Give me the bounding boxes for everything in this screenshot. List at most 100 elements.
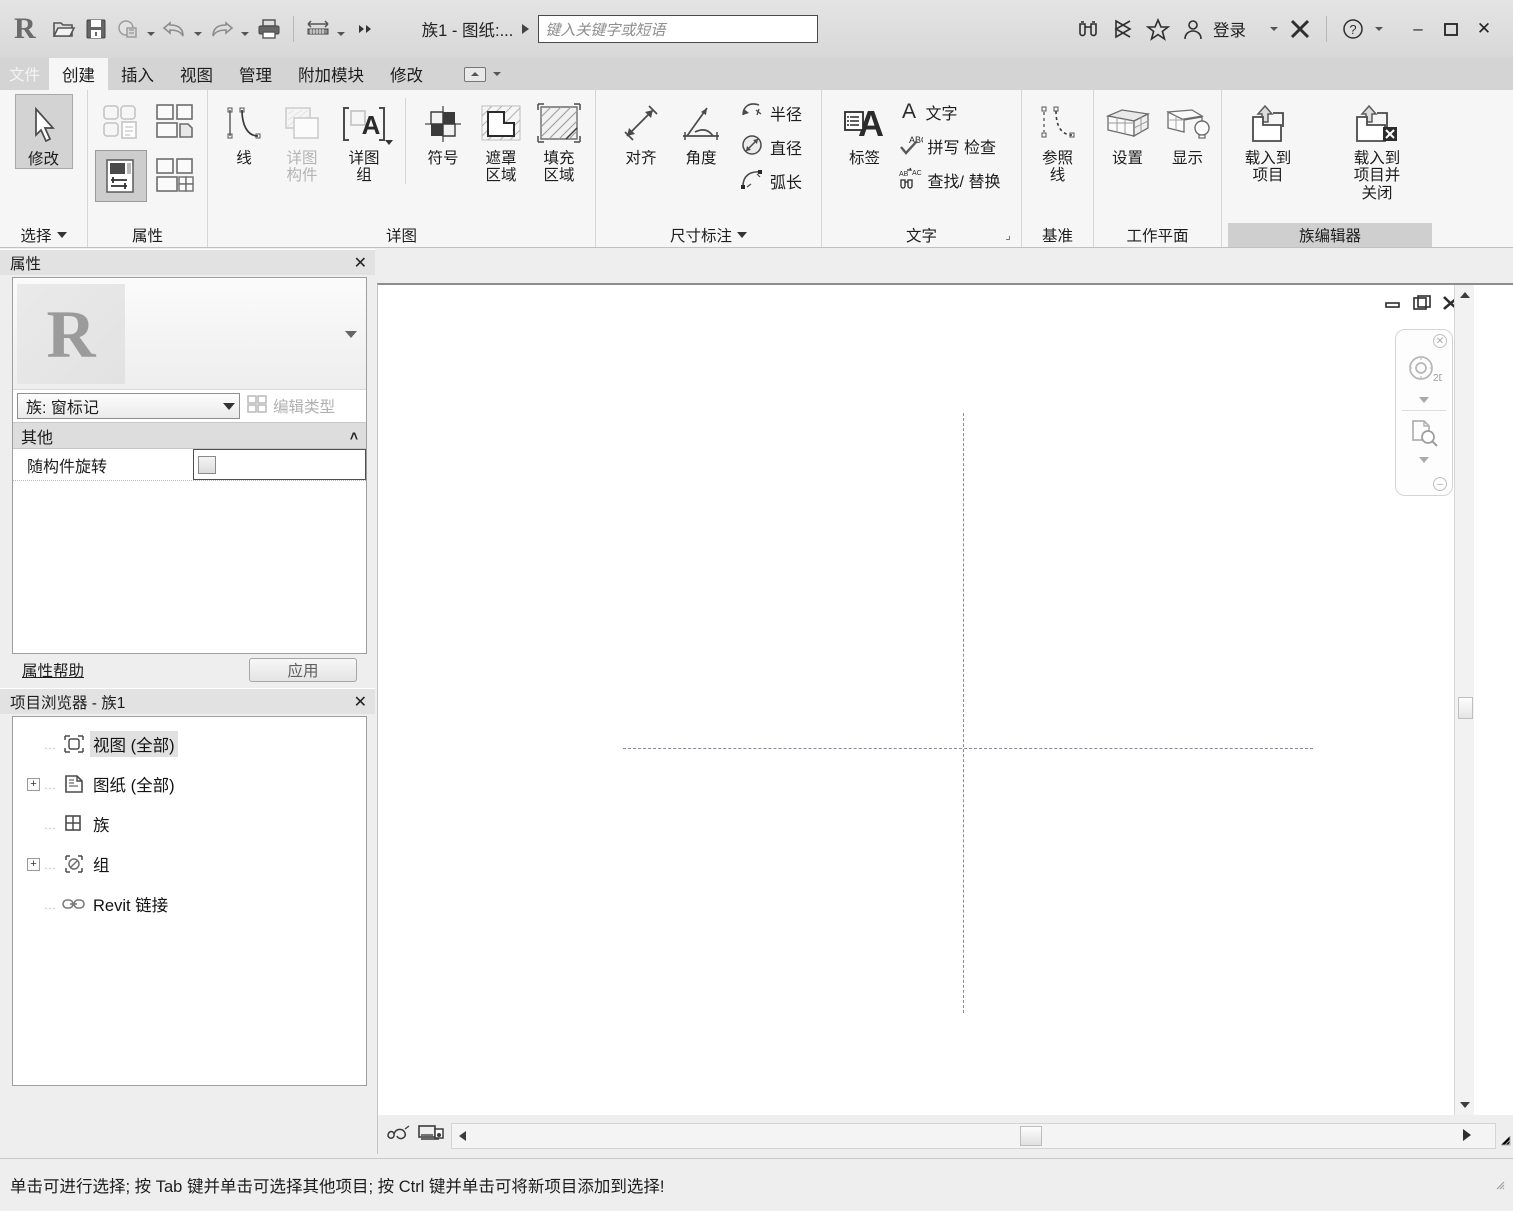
resize-grip-icon[interactable]	[1498, 1123, 1513, 1149]
view-restore-icon[interactable]	[1413, 295, 1431, 316]
text-dialog-launcher-icon[interactable]: ⌟	[1005, 228, 1013, 242]
print-icon[interactable]	[254, 14, 284, 44]
arc-length-dimension-button[interactable]: 弧长	[736, 164, 805, 198]
sync-icon[interactable]	[113, 14, 143, 44]
line-button[interactable]: 线	[215, 94, 273, 167]
set-work-plane-button[interactable]: 设置	[1099, 94, 1157, 167]
load-into-project-button[interactable]: 载入到 项目	[1224, 94, 1312, 185]
canvas-vertical-scrollbar[interactable]	[1454, 285, 1474, 1115]
navbar-zoom-dropdown-icon[interactable]	[1396, 453, 1452, 467]
panel-label-dimension[interactable]: 尺寸标注	[602, 223, 815, 247]
redo-dropdown-caret-icon[interactable]	[239, 15, 252, 43]
modify-button[interactable]: 修改	[14, 94, 73, 170]
scroll-right-arrow-icon[interactable]	[1463, 1128, 1471, 1141]
project-browser-close-icon[interactable]: ✕	[354, 692, 367, 712]
tape-worm-icon[interactable]	[385, 1123, 411, 1148]
apply-button[interactable]: 应用	[249, 658, 357, 682]
navbar-close-icon[interactable]: ✕	[1433, 334, 1447, 348]
type-selector-dropdown-icon[interactable]	[345, 330, 357, 338]
tab-addins[interactable]: 附加模块	[285, 58, 377, 90]
symbol-button[interactable]: 符号	[414, 94, 472, 167]
scroll-left-arrow-icon[interactable]	[452, 1124, 472, 1148]
tree-item-sheets[interactable]: + … 图纸 (全部)	[13, 764, 366, 804]
tab-view[interactable]: 视图	[167, 58, 226, 90]
label-button[interactable]: A 标签	[840, 94, 890, 167]
help-dropdown-caret-icon[interactable]	[1372, 14, 1386, 44]
tab-create[interactable]: 创建	[49, 58, 109, 90]
ribbon-state-caret-icon[interactable]	[490, 59, 504, 89]
family-types-button[interactable]	[149, 96, 201, 148]
dimension-panel-dropdown-icon[interactable]	[737, 232, 747, 238]
masking-region-button[interactable]: 遮罩 区域	[472, 94, 530, 185]
search-input[interactable]: 键入关键字或短语	[538, 15, 819, 43]
undo-icon[interactable]	[160, 14, 190, 44]
sheets-expander-icon[interactable]: +	[27, 777, 40, 791]
tab-insert[interactable]: 插入	[108, 58, 167, 90]
close-button[interactable]: ✕	[1469, 12, 1499, 46]
zoom-region-icon[interactable]	[1408, 418, 1440, 453]
radial-dimension-button[interactable]: 半径	[736, 96, 805, 130]
open-icon[interactable]	[49, 14, 79, 44]
family-select-caret-icon[interactable]	[223, 402, 235, 410]
tab-modify[interactable]: 修改	[377, 58, 436, 90]
navbar-wheel-dropdown-icon[interactable]	[1396, 393, 1452, 407]
rotate-with-component-checkbox[interactable]	[198, 455, 216, 474]
diameter-dimension-button[interactable]: 直径	[736, 130, 805, 164]
family-category-and-parameters-button[interactable]	[95, 96, 147, 148]
property-group-collapse-icon[interactable]: ˄	[350, 428, 358, 444]
scroll-up-arrow-icon[interactable]	[1455, 285, 1475, 305]
minimize-button[interactable]: –	[1403, 12, 1433, 46]
family-parameter-button[interactable]	[94, 150, 147, 202]
edit-type-button[interactable]: 编辑类型	[246, 394, 362, 419]
maximize-button[interactable]	[1436, 12, 1466, 46]
aligned-dimension-button[interactable]: 对齐	[612, 94, 670, 167]
property-value-rotate-with-component[interactable]	[193, 449, 366, 480]
view-minimize-icon[interactable]	[1384, 296, 1402, 315]
ribbon-collapse-icon[interactable]	[464, 66, 487, 82]
measure-icon[interactable]	[303, 14, 333, 44]
spell-check-button[interactable]: ABC 拼写 检查	[894, 129, 1004, 163]
sync-dropdown-caret-icon[interactable]	[145, 15, 158, 43]
tree-item-groups[interactable]: + … 组	[13, 844, 366, 884]
ribbon-state-toggle[interactable]	[436, 58, 504, 90]
canvas-horizontal-scrollbar[interactable]	[451, 1122, 1496, 1149]
load-into-project-and-close-button[interactable]: 载入到 项目并关闭	[1318, 94, 1436, 202]
select-panel-dropdown-icon[interactable]	[56, 232, 67, 238]
detail-component-button[interactable]: 详图 构件	[273, 94, 331, 185]
tree-item-revit-links[interactable]: … Revit 链接	[13, 884, 366, 924]
scroll-down-arrow-icon[interactable]	[1455, 1095, 1475, 1115]
undo-dropdown-caret-icon[interactable]	[192, 15, 205, 43]
properties-panel-close-icon[interactable]: ✕	[354, 253, 367, 273]
help-icon[interactable]: ?	[1337, 12, 1369, 46]
detail-group-button[interactable]: A 详图 组	[331, 94, 397, 185]
more-icon[interactable]	[350, 14, 380, 44]
display-model-icon[interactable]	[417, 1123, 445, 1148]
tree-item-families[interactable]: … 族	[13, 804, 366, 844]
panel-label-select[interactable]: 选择	[6, 223, 81, 247]
drawing-canvas[interactable]: ✕ 2D –	[378, 285, 1474, 1115]
family-select[interactable]: 族: 窗标记	[17, 393, 240, 419]
exchange-dropdown-caret-icon[interactable]	[1267, 14, 1281, 44]
filled-region-button[interactable]: 填充 区域	[530, 94, 588, 185]
horizontal-scroll-thumb[interactable]	[1020, 1125, 1042, 1146]
reference-line-button[interactable]: 参照 线	[1029, 94, 1087, 185]
measure-dropdown-caret-icon[interactable]	[335, 15, 348, 43]
properties-help-link[interactable]: 属性帮助	[22, 659, 84, 681]
angular-dimension-button[interactable]: 角度	[672, 94, 730, 167]
save-icon[interactable]	[81, 14, 111, 44]
user-account-icon[interactable]	[1177, 12, 1209, 46]
binoculars-icon[interactable]	[1072, 12, 1104, 46]
tab-file[interactable]: 文件	[0, 58, 50, 90]
type-selector[interactable]: R	[13, 278, 366, 390]
subscription-icon[interactable]	[1107, 12, 1139, 46]
redo-icon[interactable]	[207, 14, 237, 44]
navbar-minimize-icon[interactable]: –	[1433, 477, 1447, 491]
groups-expander-icon[interactable]: +	[27, 857, 40, 871]
exchange-app-icon[interactable]	[1284, 12, 1316, 46]
find-replace-button[interactable]: AB AC 查找/ 替换	[894, 163, 1004, 197]
text-button[interactable]: A 文字	[894, 95, 1004, 129]
property-group-other-header[interactable]: 其他 ˄	[13, 422, 366, 449]
reference-plane-vertical[interactable]	[963, 413, 964, 1013]
detail-group-dropdown-icon[interactable]	[385, 140, 393, 145]
show-work-plane-button[interactable]: 显示	[1159, 94, 1217, 167]
